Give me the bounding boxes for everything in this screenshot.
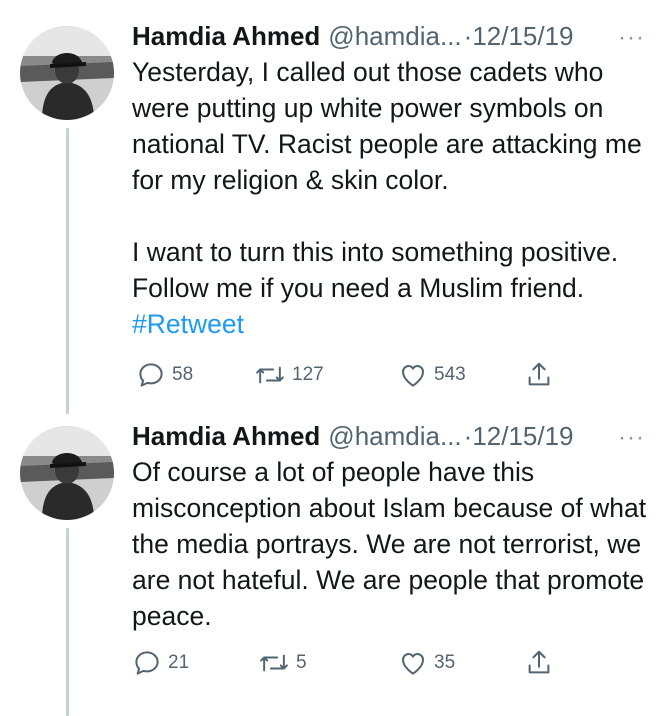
tweet-paragraph: Yesterday, I called out those cadets who… [132, 57, 642, 195]
like-icon [402, 653, 424, 675]
tweet-text: Yesterday, I called out those cadets who… [132, 54, 651, 342]
reply-count: 58 [172, 364, 194, 385]
share-icon [528, 650, 550, 674]
tweet-paragraph-text: I want to turn this into something posit… [132, 237, 619, 303]
avatar[interactable] [20, 26, 114, 120]
author-name[interactable]: Hamdia Ahmed [132, 20, 320, 52]
author-name[interactable]: Hamdia Ahmed [132, 420, 320, 452]
share-icon [528, 362, 550, 386]
tweet-paragraph: I want to turn this into something posit… [132, 234, 651, 342]
like-button[interactable]: 35 [398, 648, 455, 678]
author-handle[interactable]: @hamdia... [328, 420, 461, 452]
retweet-button[interactable]: 127 [254, 360, 324, 390]
avatar-photo [20, 426, 114, 520]
share-button[interactable] [524, 648, 554, 678]
retweet-button[interactable]: 5 [258, 648, 307, 678]
avatar[interactable] [20, 426, 114, 520]
share-button[interactable] [524, 360, 554, 390]
tweet-header: Hamdia Ahmed @hamdia... · 12/15/19 ··· [132, 20, 651, 52]
retweet-icon [260, 654, 288, 672]
tweet-1[interactable]: Hamdia Ahmed @hamdia... · 12/15/19 ··· Y… [0, 0, 665, 416]
separator-dot: · [463, 21, 473, 51]
hashtag-link[interactable]: #Retweet [132, 309, 244, 339]
retweet-icon [256, 366, 284, 384]
like-count: 35 [434, 652, 456, 673]
avatar-photo [20, 26, 114, 120]
tweet-actions: 58 127 543 [132, 360, 572, 390]
reply-button[interactable]: 58 [136, 360, 193, 390]
tweet-paragraph: Of course a lot of people have this misc… [132, 457, 647, 631]
reply-count: 21 [168, 652, 190, 673]
tweet-date[interactable]: 12/15/19 [472, 420, 573, 452]
tweet-date[interactable]: 12/15/19 [472, 20, 573, 52]
tweet-actions: 21 5 35 [132, 648, 572, 678]
like-count: 543 [434, 364, 466, 385]
like-icon [402, 365, 424, 387]
more-options-icon[interactable]: ··· [618, 422, 651, 454]
tweet-text: Of course a lot of people have this misc… [132, 454, 651, 634]
like-button[interactable]: 543 [398, 360, 466, 390]
reply-icon [135, 651, 159, 675]
tweet-header: Hamdia Ahmed @hamdia... · 12/15/19 ··· [132, 420, 651, 452]
author-handle[interactable]: @hamdia... [328, 20, 461, 52]
separator-dot: · [463, 421, 473, 451]
retweet-count: 127 [292, 364, 324, 385]
tweet-2[interactable]: Hamdia Ahmed @hamdia... · 12/15/19 ··· O… [0, 416, 665, 716]
reply-icon [139, 363, 163, 387]
reply-button[interactable]: 21 [132, 648, 189, 678]
more-options-icon[interactable]: ··· [618, 22, 651, 54]
retweet-count: 5 [296, 652, 307, 673]
